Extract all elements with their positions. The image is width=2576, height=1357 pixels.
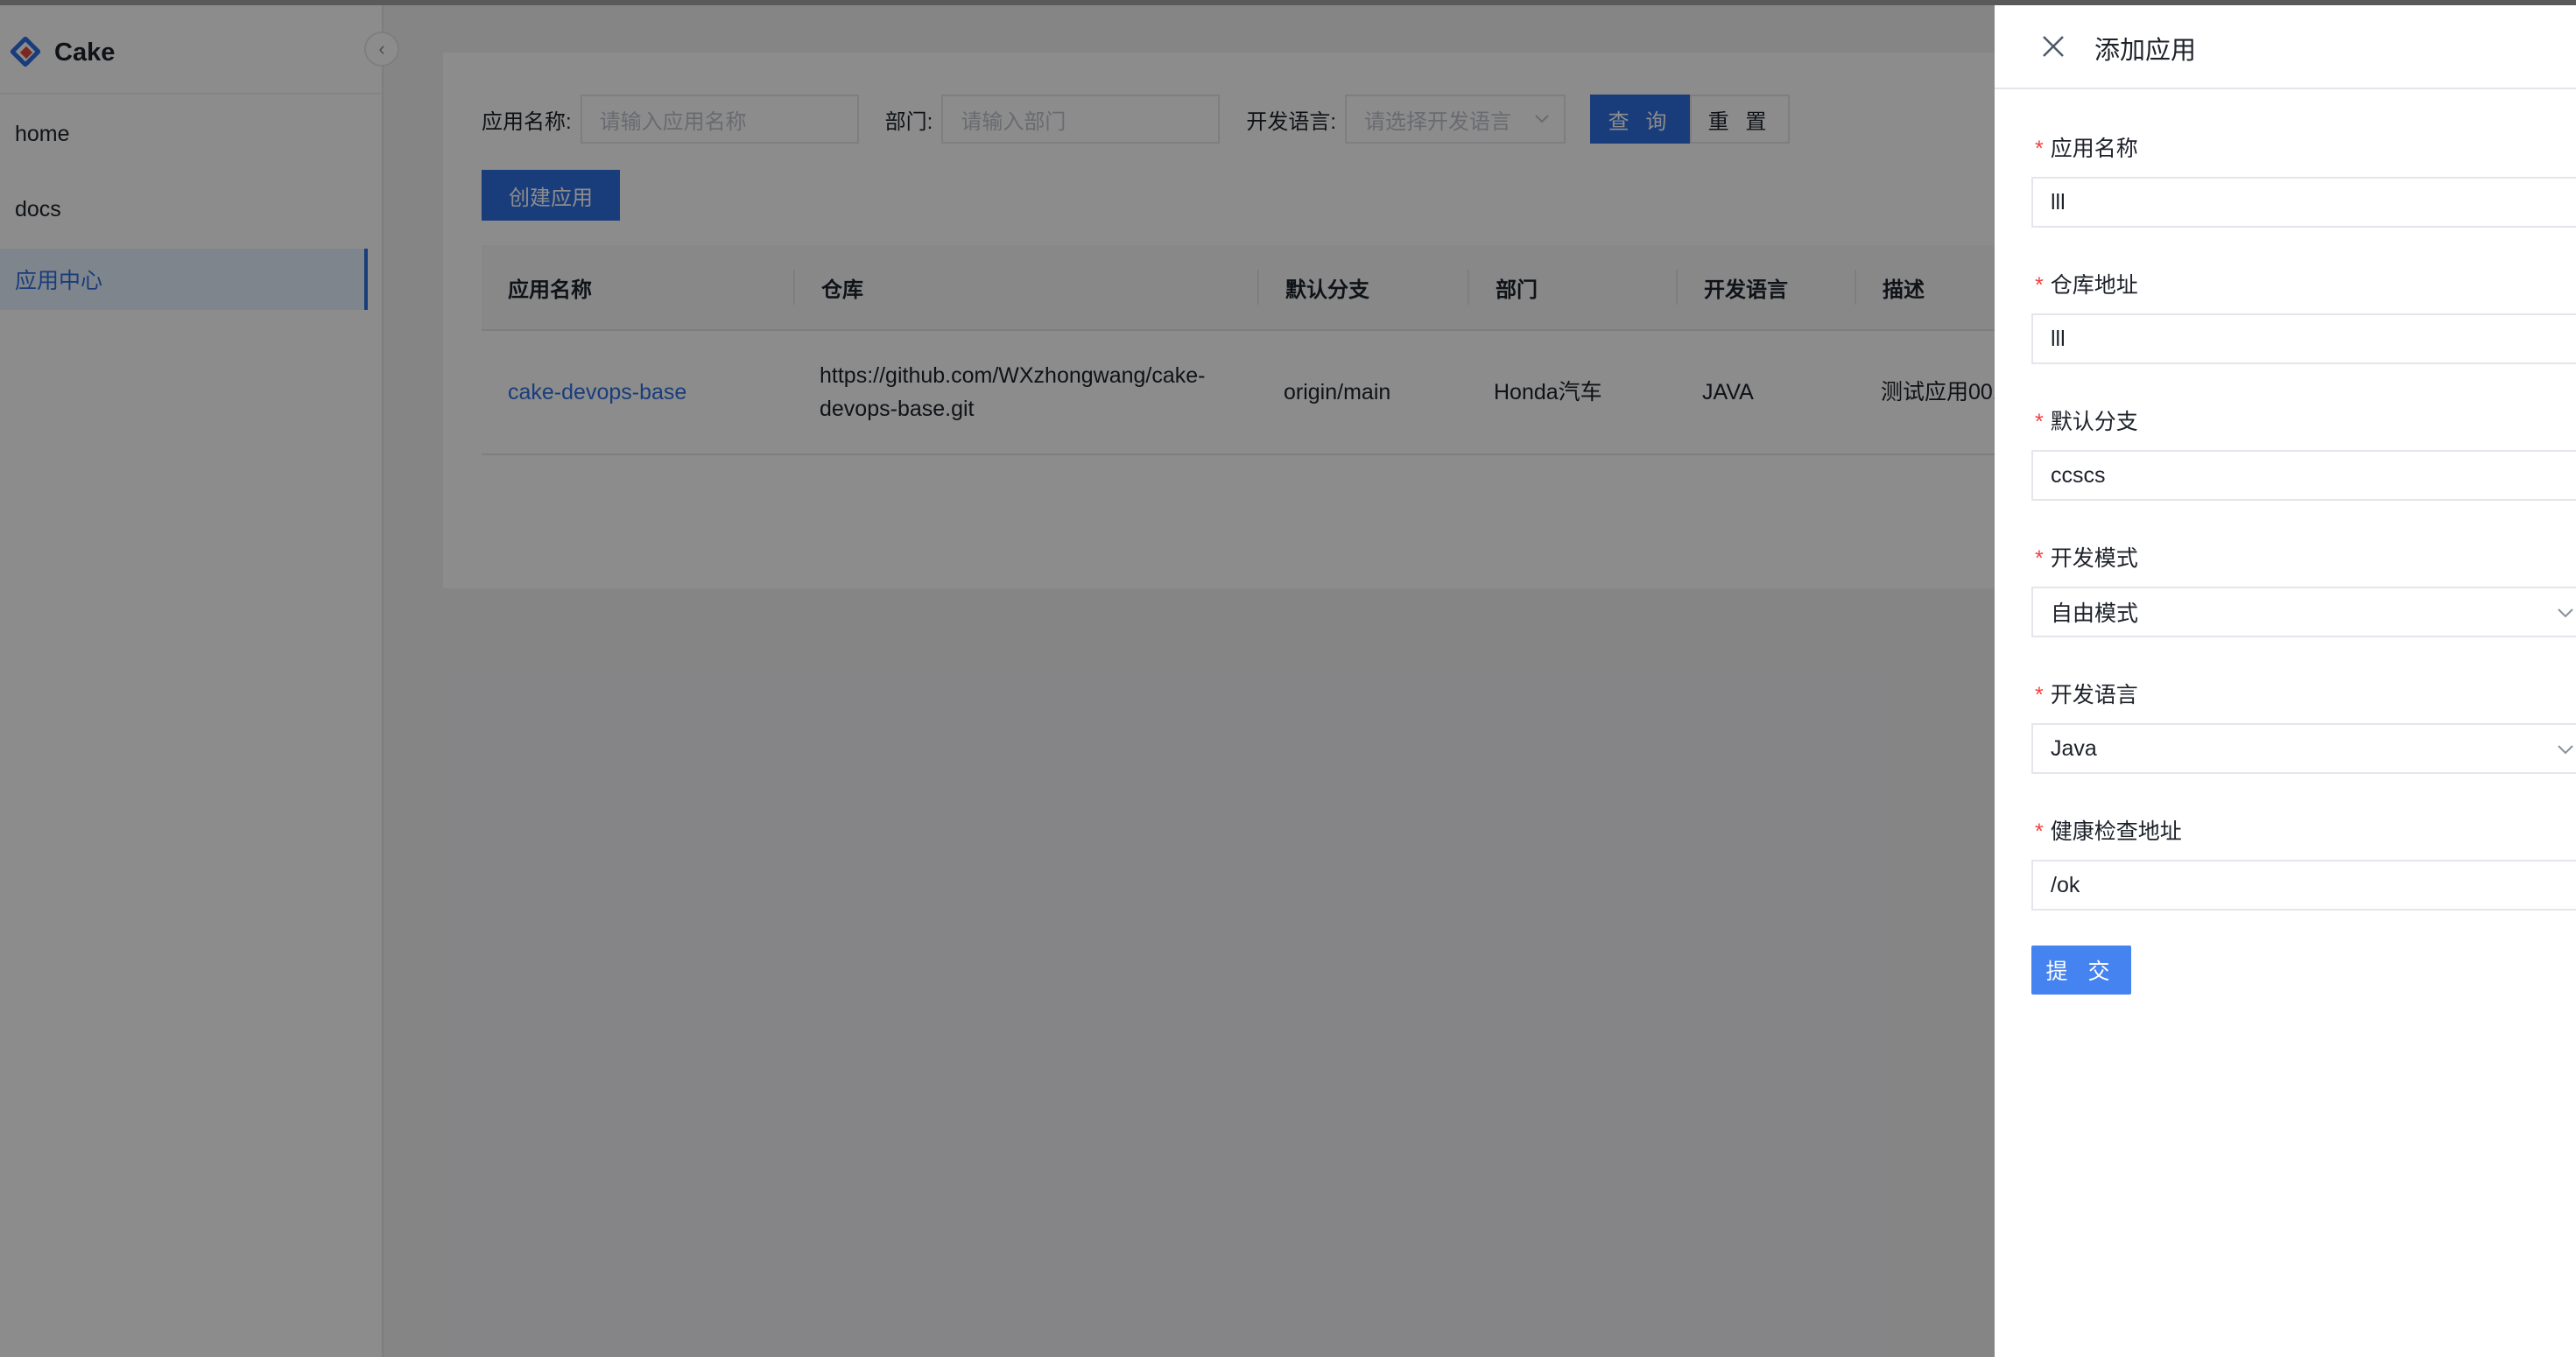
default-branch-field-input[interactable]: ccscs [2031,450,2576,501]
required-mark: * [2035,546,2044,571]
submit-button[interactable]: 提 交 [2031,946,2131,995]
dev-language-field-label: * 开发语言 [2035,678,2138,709]
submit-button-label: 提 交 [2045,960,2117,984]
chevron-down-icon [2558,608,2573,618]
required-mark: * [2035,410,2044,434]
field-value: lll [2051,189,2066,214]
chevron-down-icon [2558,745,2573,755]
required-mark: * [2035,683,2044,707]
repo-url-field-input[interactable]: lll [2031,313,2576,364]
app-name-field-label: * 应用名称 [2035,131,2138,163]
default-branch-field-label: * 默认分支 [2035,404,2138,436]
field-value: ccscs [2051,462,2106,488]
field-label-text: 开发模式 [2050,546,2138,571]
field-label-text: 仓库地址 [2050,273,2138,298]
required-mark: * [2035,819,2044,844]
add-app-drawer: 添加应用 * 应用名称 lll * 仓库地址 lll * 默认分支 ccscs * 开发… [1995,5,2576,1357]
close-icon[interactable] [2038,32,2068,61]
repo-url-field-label: * 仓库地址 [2035,268,2138,299]
window-top-border [0,0,2576,5]
dev-mode-field-label: * 开发模式 [2035,541,2138,573]
field-label-text: 应用名称 [2050,137,2138,161]
health-check-field-label: * 健康检查地址 [2035,814,2182,846]
field-value: Java [2051,735,2097,761]
field-label-text: 默认分支 [2050,410,2138,434]
dev-mode-field-select[interactable]: 自由模式 [2031,587,2576,637]
field-value: lll [2051,326,2066,351]
health-check-field-input[interactable]: /ok [2031,860,2576,911]
required-mark: * [2035,137,2044,161]
drawer-title: 添加应用 [2094,37,2197,65]
required-mark: * [2035,273,2044,298]
app-name-field-input[interactable]: lll [2031,177,2576,228]
field-label-text: 健康检查地址 [2050,819,2182,844]
field-value: /ok [2051,872,2080,897]
field-value: 自由模式 [2051,601,2139,626]
drawer-header: 添加应用 [1995,5,2576,89]
field-label-text: 开发语言 [2050,683,2138,707]
dev-language-field-select[interactable]: Java [2031,723,2576,774]
